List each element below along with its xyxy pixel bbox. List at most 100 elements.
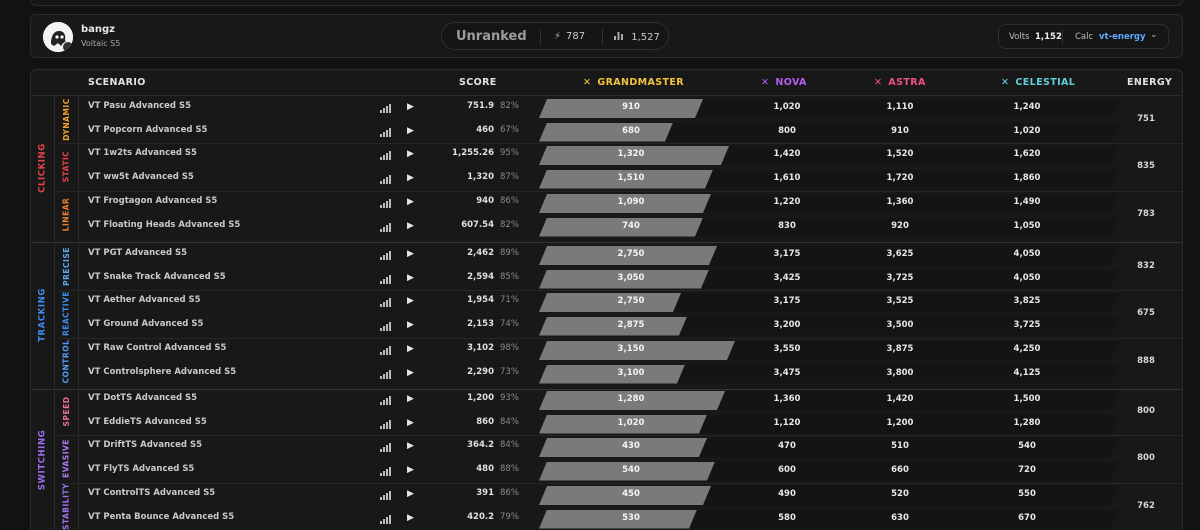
table-row[interactable]: VT Floating Heads Advanced S5 ▶ 607.54 82% 7… [31,216,1183,239]
leaderboard-icon[interactable] [380,199,392,208]
scenario-name[interactable]: VT Penta Bounce Advanced S5 [88,512,234,522]
table-row[interactable]: VT Snake Track Advanced S5 ▶ 2,594 85% 3,050… [31,268,1183,291]
play-icon[interactable]: ▶ [407,344,414,354]
scenario-name[interactable]: VT 1w2ts Advanced S5 [88,148,197,158]
table-row[interactable]: VT Popcorn Advanced S5 ▶ 460 67% 680 800 910 1,… [31,121,1183,144]
grandmaster-threshold: 3,100 [617,367,645,378]
leaderboard-icon-bar [380,520,382,524]
leaderboard-icon[interactable] [380,321,392,331]
scenario-name[interactable]: VT Controlsphere Advanced S5 [88,367,236,377]
leaderboard-icon[interactable] [380,251,392,260]
leaderboard-icon[interactable] [380,298,392,307]
scenario-name[interactable]: VT Floating Heads Advanced S5 [88,220,240,230]
score-percent: 85% [500,271,519,282]
table-row[interactable]: VT EddieTS Advanced S5 ▶ 860 84% 1,020 1,120 1… [31,413,1183,436]
astra-threshold: 3,525 [886,296,914,306]
leaderboard-icon[interactable] [380,104,392,113]
leaderboard-icon[interactable] [380,274,392,284]
scenario-name[interactable]: VT ww5t Advanced S5 [88,172,194,182]
play-icon[interactable]: ▶ [407,465,414,475]
table-row[interactable]: VT Controlsphere Advanced S5 ▶ 2,290 73% 3,1… [31,363,1183,386]
table-row[interactable]: VT DotTS Advanced S5 ▶ 1,200 93% 1,280 1,360 1… [31,389,1183,412]
scenario-name[interactable]: VT DotTS Advanced S5 [88,393,197,403]
nova-threshold: 800 [778,125,796,136]
play-icon[interactable]: ▶ [407,126,414,136]
leaderboard-icon-bar [380,157,382,160]
astra-threshold: 910 [891,125,909,136]
play-icon[interactable]: ▶ [407,368,414,378]
play-icon[interactable]: ▶ [407,418,414,428]
leaderboard-icon[interactable] [380,346,392,355]
astra-threshold: 3,625 [886,249,914,259]
play-icon[interactable]: ▶ [407,102,414,112]
play-icon[interactable]: ▶ [407,149,414,159]
leaderboard-icon[interactable] [380,466,392,476]
table-row[interactable]: VT ww5t Advanced S5 ▶ 1,320 87% 1,510 1,610 1,… [31,168,1183,191]
leaderboard-icon[interactable] [380,443,392,452]
leaderboard-icon[interactable] [380,127,392,137]
calc-selector[interactable]: Volts 1,152 Calc vt-energy ⌄ [998,24,1169,49]
leaderboard-icon[interactable] [380,369,392,379]
leaderboard-icon-bar [389,222,391,232]
scenario-name[interactable]: VT Snake Track Advanced S5 [88,272,226,282]
scenario-name[interactable]: VT PGT Advanced S5 [88,248,187,258]
leaderboard-icon[interactable] [380,491,392,500]
divider [1062,30,1063,44]
table-row[interactable]: VT PGT Advanced S5 ▶ 2,462 89% 2,750 3,175 3,6… [31,244,1183,267]
leaderboard-icon[interactable] [380,222,392,232]
scenario-name[interactable]: VT DriftTS Advanced S5 [88,440,202,450]
score-percent: 84% [500,416,519,427]
leaderboard-icon[interactable] [380,151,392,160]
scenario-name[interactable]: VT Aether Advanced S5 [88,295,201,305]
score-value: 2,462 [467,248,494,258]
play-icon[interactable]: ▶ [407,489,414,499]
leaderboard-icon-bar [386,153,388,160]
play-icon[interactable]: ▶ [407,296,414,306]
leaderboard-icon[interactable] [380,174,392,184]
leaderboard-icon-bar [389,491,391,500]
leaderboard-icon-bar [383,495,385,500]
scenario-name[interactable]: VT Ground Advanced S5 [88,319,203,329]
table-row[interactable]: VT ControlTS Advanced S5 ▶ 391 86% 450 490 520… [31,484,1183,507]
scenario-name[interactable]: VT ControlTS Advanced S5 [88,488,215,498]
grandmaster-rank-icon: ✕ [583,77,592,88]
score-value: 1,200 [467,393,494,403]
scenario-name[interactable]: VT Pasu Advanced S5 [88,101,191,111]
column-header-nova: ✕ NOVA [761,77,807,88]
astra-threshold: 1,200 [886,417,914,428]
table-row[interactable]: VT 1w2ts Advanced S5 ▶ 1,255.26 95% 1,320 1,4… [31,144,1183,167]
avatar[interactable] [43,22,73,52]
leaderboard-icon-bar [383,131,385,137]
table-row[interactable]: VT DriftTS Advanced S5 ▶ 364.2 84% 430 470 510… [31,436,1183,459]
play-icon[interactable]: ▶ [407,173,414,183]
table-row[interactable]: VT Raw Control Advanced S5 ▶ 3,102 98% 3,150… [31,339,1183,362]
scenario-name[interactable]: VT FlyTS Advanced S5 [88,464,194,474]
play-icon[interactable]: ▶ [407,441,414,451]
play-icon[interactable]: ▶ [407,249,414,259]
celestial-threshold: 3,825 [1013,296,1041,306]
leaderboard-icon-bar [386,106,388,113]
scenario-name[interactable]: VT Frogtagon Advanced S5 [88,196,217,206]
table-row[interactable]: VT Penta Bounce Advanced S5 ▶ 420.2 79% 530 5… [31,508,1183,530]
leaderboard-icon-bar [386,129,388,137]
leaderboard-icon[interactable] [380,514,392,524]
scenario-name[interactable]: VT Raw Control Advanced S5 [88,343,226,353]
play-icon[interactable]: ▶ [407,320,414,330]
chevron-down-icon[interactable]: ⌄ [1150,30,1158,40]
table-row[interactable]: VT Pasu Advanced S5 ▶ 751.9 82% 910 1,020 1,11… [31,97,1183,120]
play-icon[interactable]: ▶ [407,221,414,231]
leaderboard-icon[interactable] [380,396,392,405]
play-icon[interactable]: ▶ [407,273,414,283]
scenario-name[interactable]: VT EddieTS Advanced S5 [88,417,207,427]
table-row[interactable]: VT FlyTS Advanced S5 ▶ 480 88% 540 600 660 720 [31,460,1183,483]
play-icon[interactable]: ▶ [407,394,414,404]
leaderboard-icon-bar [389,298,391,307]
table-row[interactable]: VT Aether Advanced S5 ▶ 1,954 71% 2,750 3,175… [31,291,1183,314]
play-icon[interactable]: ▶ [407,197,414,207]
table-row[interactable]: VT Frogtagon Advanced S5 ▶ 940 86% 1,090 1,22… [31,192,1183,215]
scenario-name[interactable]: VT Popcorn Advanced S5 [88,125,207,135]
table-row[interactable]: VT Ground Advanced S5 ▶ 2,153 74% 2,875 3,200… [31,315,1183,338]
leaderboard-icon-bar [383,400,385,405]
leaderboard-icon[interactable] [380,419,392,429]
play-icon[interactable]: ▶ [407,513,414,523]
